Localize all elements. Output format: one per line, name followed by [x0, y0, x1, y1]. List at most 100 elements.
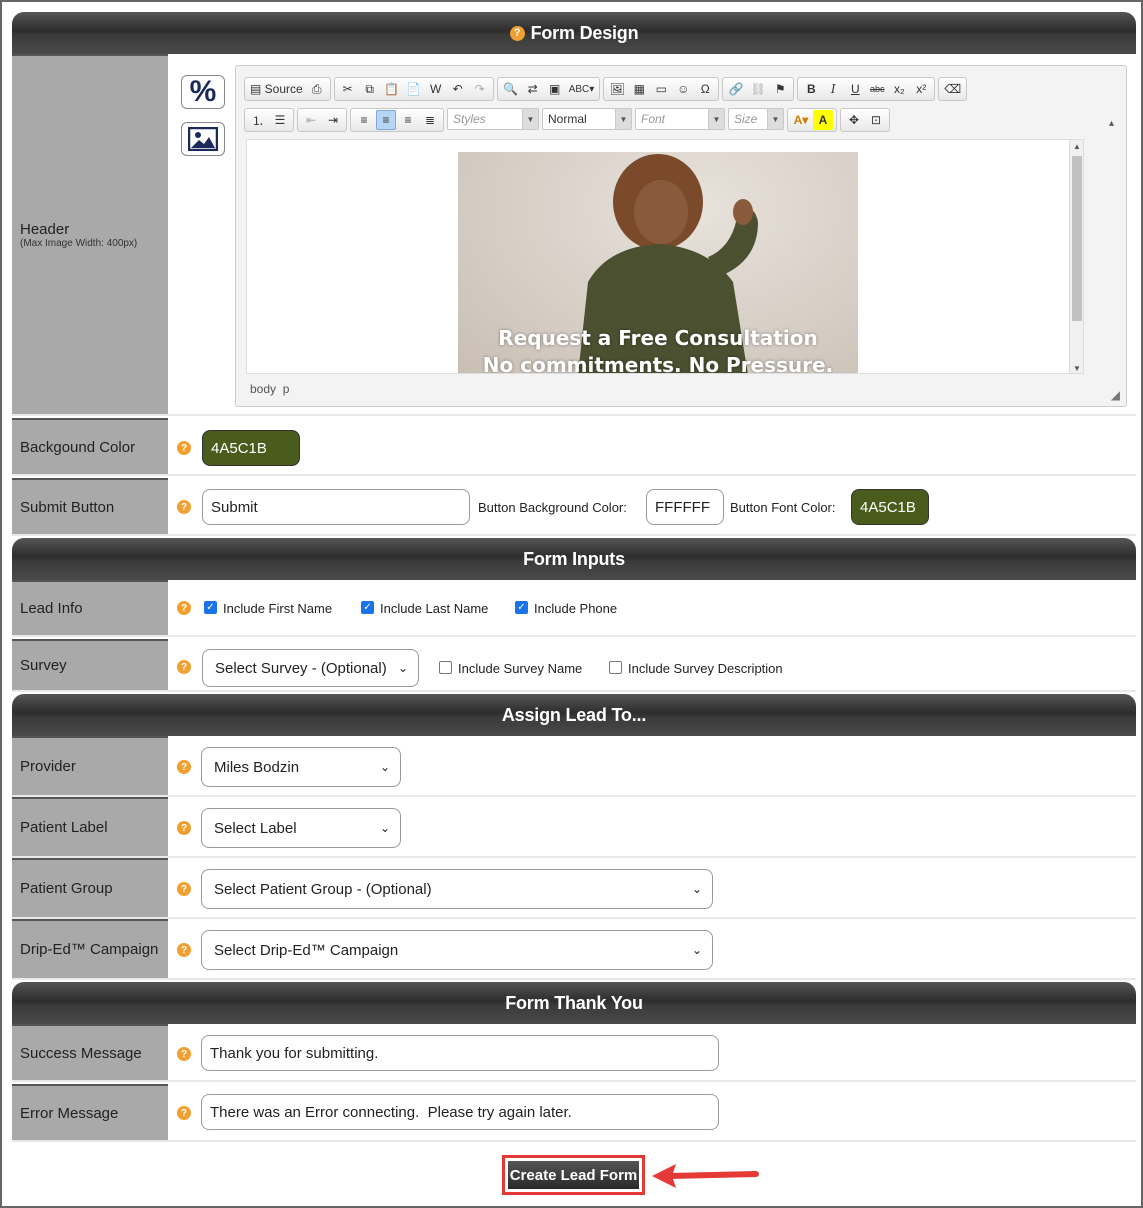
- success-message-input[interactable]: Thank you for submitting.: [201, 1035, 719, 1071]
- outdent-icon[interactable]: ⇤: [301, 110, 321, 130]
- patient-group-select[interactable]: Select Patient Group - (Optional) ⌄: [201, 869, 713, 909]
- include-survey-name-checkbox[interactable]: [439, 661, 452, 674]
- submit-text-input[interactable]: Submit: [202, 489, 470, 525]
- align-right-icon[interactable]: ≡: [398, 110, 418, 130]
- page-frame: ? Form Design Header (Max Image Width: 4…: [0, 0, 1143, 1208]
- insert-image-button[interactable]: [181, 122, 225, 156]
- superscript-icon[interactable]: x²: [911, 79, 931, 99]
- chevron-down-icon: ⌄: [691, 882, 702, 896]
- replace-icon[interactable]: ⇄: [523, 79, 543, 99]
- error-message-input[interactable]: There was an Error connecting. Please tr…: [201, 1094, 719, 1130]
- button-bg-color-input[interactable]: FFFFFF: [646, 489, 724, 525]
- eraser-icon[interactable]: ⌫: [942, 79, 963, 99]
- button-bg-color-label: Button Background Color:: [478, 500, 627, 515]
- help-icon[interactable]: ?: [177, 601, 191, 615]
- link-icon[interactable]: 🔗: [726, 79, 746, 99]
- background-color-icon[interactable]: A: [813, 110, 833, 130]
- bulleted-list-icon[interactable]: ☰: [270, 110, 290, 130]
- underline-icon[interactable]: U: [845, 79, 865, 99]
- section-header-form-inputs: Form Inputs: [12, 538, 1136, 580]
- italic-icon[interactable]: I: [823, 79, 843, 99]
- path-p[interactable]: p: [283, 382, 290, 396]
- subscript-icon[interactable]: x₂: [889, 79, 909, 99]
- help-icon[interactable]: ?: [177, 760, 191, 774]
- strikethrough-icon[interactable]: abc: [867, 79, 887, 99]
- image-insert-icon[interactable]: 🖼: [607, 79, 627, 99]
- special-char-icon[interactable]: Ω: [695, 79, 715, 99]
- row-label: Lead Info: [12, 580, 168, 635]
- path-body[interactable]: body: [250, 382, 276, 396]
- spellcheck-icon[interactable]: ABC▾: [567, 79, 597, 99]
- redo-icon[interactable]: ↷: [470, 79, 490, 99]
- help-icon[interactable]: ?: [177, 1047, 191, 1061]
- help-icon[interactable]: ?: [177, 660, 191, 674]
- paste-word-icon[interactable]: W: [426, 79, 446, 99]
- undo-icon[interactable]: ↶: [448, 79, 468, 99]
- help-icon[interactable]: ?: [509, 25, 525, 41]
- align-justify-icon[interactable]: ≣: [420, 110, 440, 130]
- smiley-icon[interactable]: ☺: [673, 79, 693, 99]
- cut-icon[interactable]: ✂: [338, 79, 358, 99]
- include-phone-checkbox[interactable]: ✓: [515, 601, 528, 614]
- help-icon[interactable]: ?: [177, 821, 191, 835]
- scroll-up-icon[interactable]: ▲: [1073, 142, 1081, 151]
- editor-content-area[interactable]: Request a Free Consultation No commitmen…: [246, 139, 1084, 374]
- scroll-thumb[interactable]: [1072, 156, 1082, 321]
- select-all-icon[interactable]: ▣: [545, 79, 565, 99]
- image-icon: [188, 127, 218, 151]
- include-survey-description-checkbox[interactable]: [609, 661, 622, 674]
- include-first-name-label: Include First Name: [223, 601, 333, 616]
- show-blocks-icon[interactable]: ⊡: [866, 110, 886, 130]
- help-icon[interactable]: ?: [177, 500, 191, 514]
- copy-icon[interactable]: ⧉: [360, 79, 380, 99]
- scroll-down-icon[interactable]: ▼: [1073, 364, 1081, 373]
- paste-icon[interactable]: 📋: [382, 79, 402, 99]
- print-icon[interactable]: ⎙: [307, 79, 327, 99]
- success-message-value: Thank you for submitting.: [210, 1044, 379, 1062]
- maximize-icon[interactable]: ✥: [844, 110, 864, 130]
- paste-text-icon[interactable]: 📄: [404, 79, 424, 99]
- text-color-icon[interactable]: A▾: [791, 110, 811, 130]
- survey-label: Survey: [20, 657, 67, 674]
- create-button-highlight: Create Lead Form: [502, 1155, 645, 1195]
- source-button[interactable]: ▤ Source: [248, 79, 305, 99]
- row-label: Provider: [12, 736, 168, 795]
- help-icon[interactable]: ?: [177, 882, 191, 896]
- styles-combo[interactable]: Styles ▼: [447, 108, 539, 130]
- provider-select[interactable]: Miles Bodzin ⌄: [201, 747, 401, 787]
- editor-scrollbar[interactable]: ▲ ▼: [1069, 140, 1083, 373]
- collapse-toolbar-icon[interactable]: ▴: [1109, 118, 1114, 129]
- patient-label-label: Patient Label: [20, 819, 108, 836]
- numbered-list-icon[interactable]: ⒈: [248, 110, 268, 130]
- create-lead-form-button[interactable]: Create Lead Form: [508, 1161, 639, 1189]
- drip-campaign-label: Drip-Ed™ Campaign: [20, 941, 159, 958]
- unlink-icon[interactable]: ⛓: [748, 79, 768, 99]
- resize-handle-icon[interactable]: ◢: [1111, 388, 1120, 402]
- table-icon[interactable]: ▦: [629, 79, 649, 99]
- section-title: Assign Lead To...: [501, 704, 647, 725]
- background-color-label: Backgound Color: [20, 438, 136, 456]
- percent-button[interactable]: %: [181, 75, 225, 109]
- button-font-color-swatch[interactable]: 4A5C1B: [851, 489, 929, 525]
- error-message-label: Error Message: [20, 1104, 119, 1122]
- section-header-form-design: ? Form Design: [12, 12, 1136, 54]
- find-icon[interactable]: 🔍: [501, 79, 521, 99]
- font-combo[interactable]: Font ▼: [635, 108, 725, 130]
- include-first-name-checkbox[interactable]: ✓: [204, 601, 217, 614]
- drip-campaign-select[interactable]: Select Drip-Ed™ Campaign ⌄: [201, 930, 713, 970]
- format-combo[interactable]: Normal ▼: [542, 108, 632, 130]
- anchor-flag-icon[interactable]: ⚑: [770, 79, 790, 99]
- size-combo[interactable]: Size ▼: [728, 108, 784, 130]
- help-icon[interactable]: ?: [177, 441, 191, 455]
- patient-label-select[interactable]: Select Label ⌄: [201, 808, 401, 848]
- help-icon[interactable]: ?: [177, 943, 191, 957]
- horizontal-rule-icon[interactable]: ▭: [651, 79, 671, 99]
- help-icon[interactable]: ?: [177, 1106, 191, 1120]
- include-last-name-checkbox[interactable]: ✓: [361, 601, 374, 614]
- survey-select[interactable]: Select Survey - (Optional) ⌄: [202, 649, 419, 687]
- bold-icon[interactable]: B: [801, 79, 821, 99]
- align-center-icon[interactable]: ≡: [376, 110, 396, 130]
- background-color-swatch[interactable]: 4A5C1B: [202, 430, 300, 466]
- indent-icon[interactable]: ⇥: [323, 110, 343, 130]
- align-left-icon[interactable]: ≡: [354, 110, 374, 130]
